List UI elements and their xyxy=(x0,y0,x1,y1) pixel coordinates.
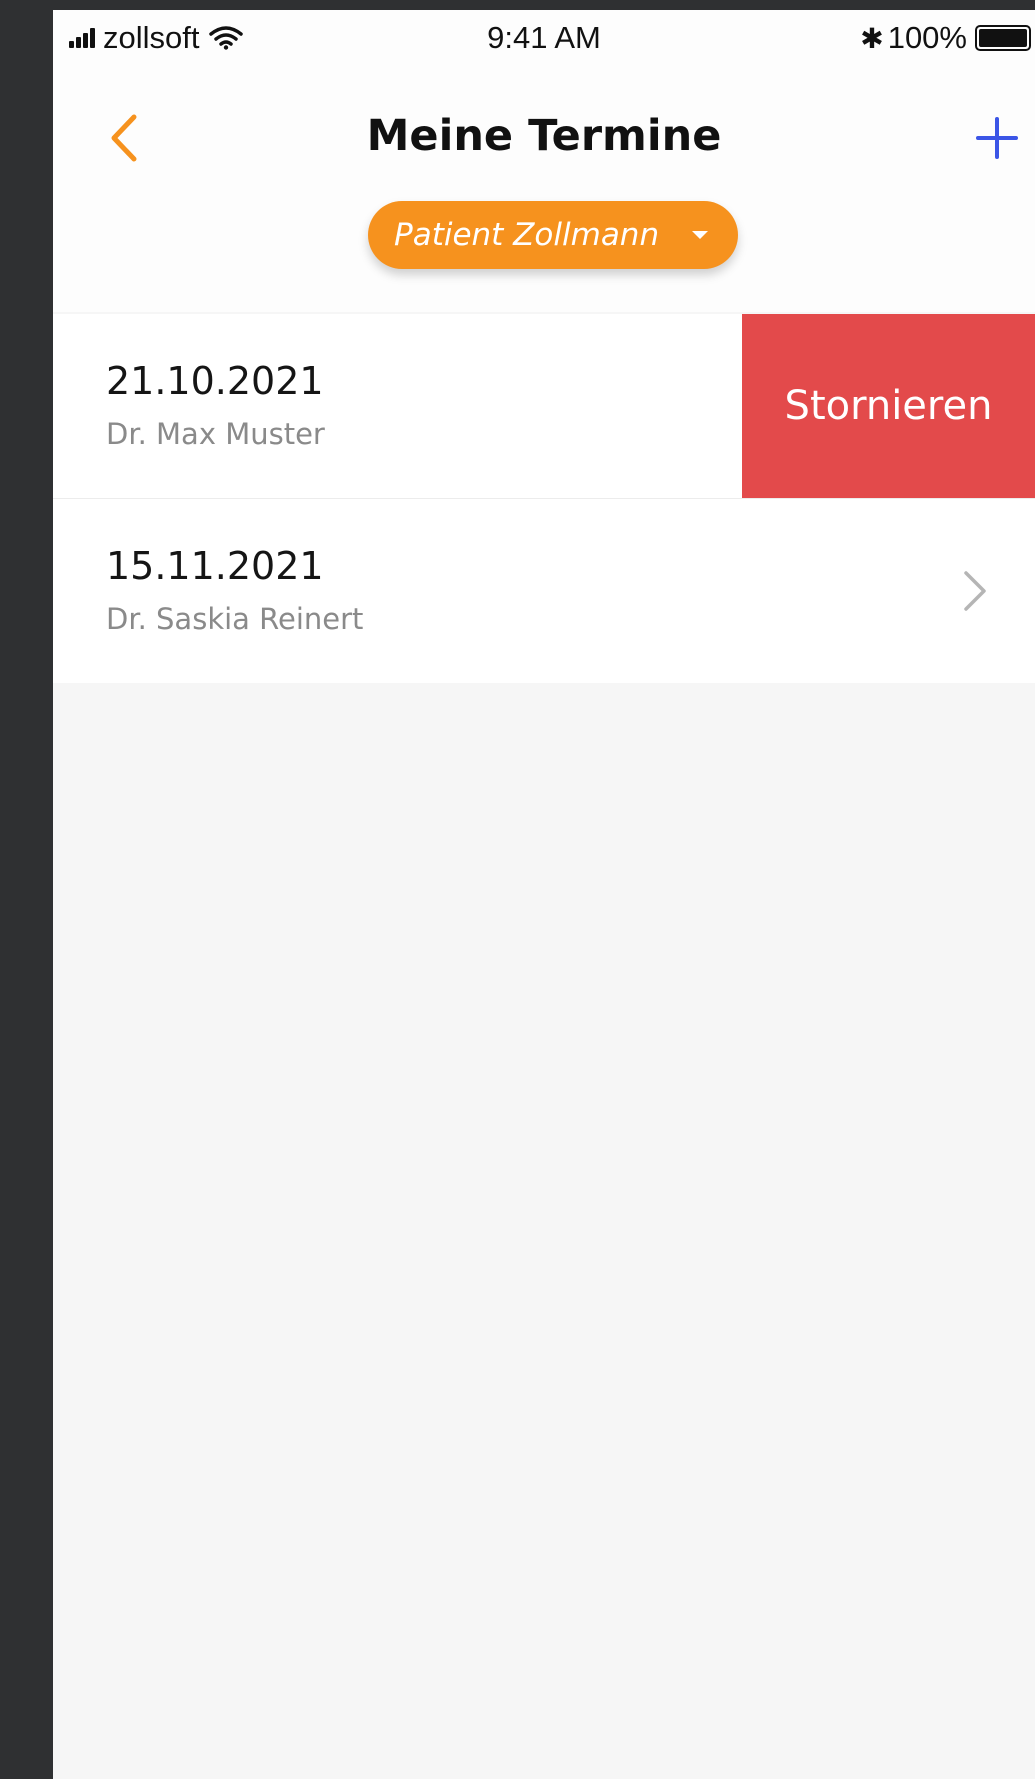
app-screen: zollsoft 9:41 AM ✱ 100% Meine Termine Pa… xyxy=(53,10,1035,1779)
page-title: Meine Termine xyxy=(366,111,722,161)
appointment-doctor: Dr. Max Muster xyxy=(106,417,325,451)
status-bar-right: ✱ 100% xyxy=(860,20,1031,56)
plus-icon xyxy=(976,117,1018,159)
appointment-row[interactable]: 15.11.2021 Dr. Saskia Reinert xyxy=(53,498,1035,683)
patient-selector-label: Patient Zollmann xyxy=(394,217,660,253)
patient-selector-dropdown[interactable]: Patient Zollmann xyxy=(368,201,738,269)
appointment-row[interactable]: 21.10.2021 Dr. Max Muster Stornieren xyxy=(53,314,1035,498)
bluetooth-icon: ✱ xyxy=(860,22,884,54)
appointment-date: 21.10.2021 xyxy=(106,359,324,403)
device-frame: zollsoft 9:41 AM ✱ 100% Meine Termine Pa… xyxy=(0,0,1035,1779)
chevron-right-icon xyxy=(964,571,986,611)
appointment-list: 21.10.2021 Dr. Max Muster Stornieren 15.… xyxy=(53,314,1035,683)
appointment-doctor: Dr. Saskia Reinert xyxy=(106,602,364,636)
battery-percent: 100% xyxy=(887,20,967,55)
status-bar: zollsoft 9:41 AM ✱ 100% xyxy=(53,10,1035,68)
appointment-date: 15.11.2021 xyxy=(106,544,324,588)
battery-icon xyxy=(975,25,1031,51)
caret-down-icon xyxy=(692,231,708,239)
navigation-bar: Meine Termine Patient Zollmann xyxy=(53,68,1035,312)
cancel-appointment-button[interactable]: Stornieren xyxy=(742,314,1035,498)
add-appointment-button[interactable] xyxy=(969,110,1025,166)
